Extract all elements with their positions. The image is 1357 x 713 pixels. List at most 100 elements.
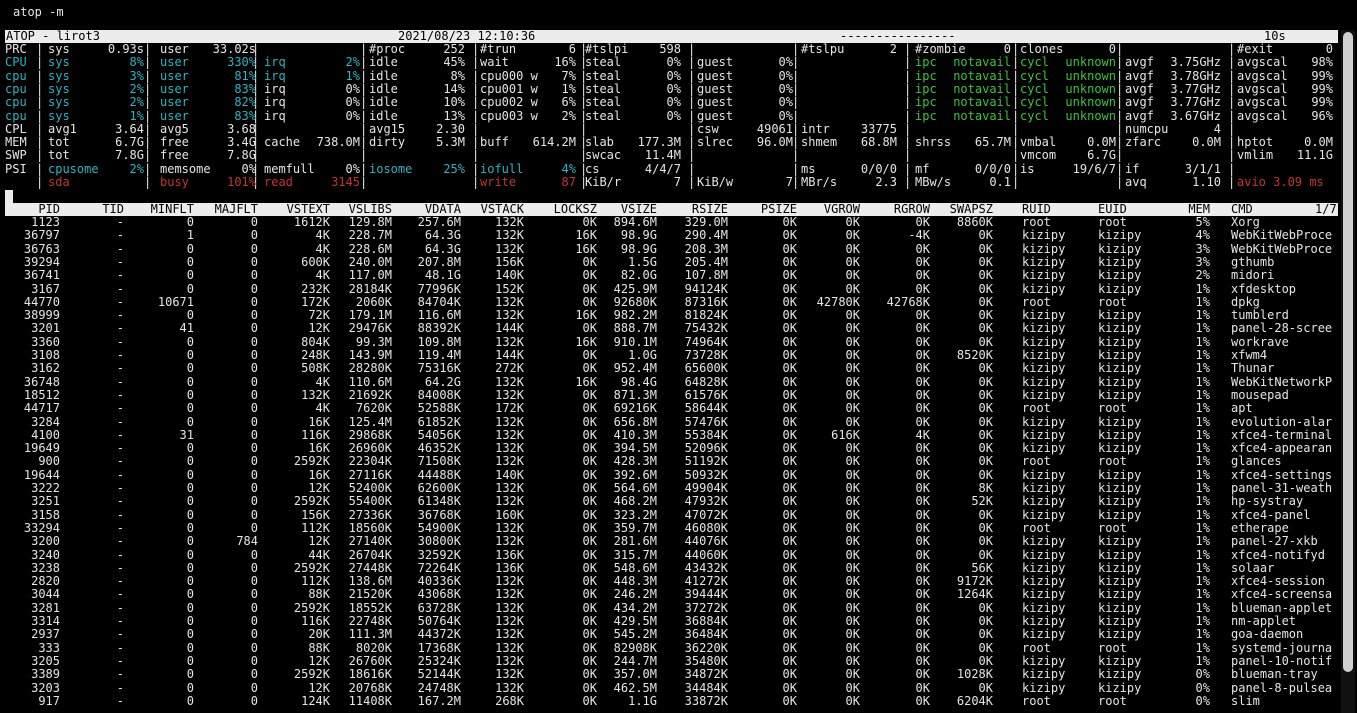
stat-value: notavail — [953, 95, 1011, 110]
table-row[interactable]: 3314-0 0 116K 22748K 50764K 132K 0K 429.5M 36884… — [0, 614, 1357, 628]
column-separator: | — [36, 175, 44, 189]
table-row[interactable]: 3203-0 0 12K 20768K 24748K 132K 0K 462.5M 34484K… — [0, 680, 1357, 695]
column-separator: | — [36, 108, 44, 123]
table-row[interactable]: 4100-31 0 116K 29868K 54056K 132K 0K 410.3M 5538… — [0, 427, 1357, 442]
stat-value: 2% — [129, 95, 144, 110]
table-row[interactable]: 19649-0 0 16K 26960K 46352K 132K 0K 394.5M 52096… — [0, 441, 1357, 455]
cell-swapsz: 0K — [978, 534, 993, 549]
stat-value: 10% — [443, 95, 465, 110]
stat-row: CPL | | | | | | | | | | | | avg1 3.64 avg5 3.68 avg15 2.30… — [0, 121, 1357, 136]
column-separator: | — [472, 42, 480, 56]
table-row[interactable]: 3281-0 0 2592K 18552K 63728K 132K 0K 434.2M 3727… — [0, 601, 1357, 615]
table-row[interactable]: 44717-0 0 4K 7620K 52588K 172K 0K 69216K 58644K 0… — [0, 401, 1357, 416]
table-row[interactable]: 917-0 0 124K 11408K 167.2M 268K 0K 1.1G 33872K 0K… — [0, 693, 1357, 708]
table-row[interactable]: 3251-0 0 2592K 55400K 61348K 132K 0K 468.2M 4793… — [0, 494, 1357, 509]
column-separator: | — [688, 148, 696, 163]
table-row[interactable]: 2937-0 0 20K 111.3M 44372K 132K 0K 545.2M 36484K… — [0, 627, 1357, 642]
stat-value: 96% — [1311, 108, 1333, 123]
stat-value: 98% — [1311, 55, 1333, 70]
stat-value: 252 — [443, 42, 465, 56]
table-row[interactable]: 3205-0 0 12K 26760K 25324K 132K 0K 244.7M 35480K… — [0, 654, 1357, 668]
stat-value: 49061 — [756, 121, 793, 136]
table-row[interactable]: 3222-0 0 12K 52400K 62600K 132K 0K 564.6M 49904K… — [0, 481, 1357, 495]
table-row[interactable]: 36748-0 0 4K 110.6M 64.2G 132K 16K 98.4G 64828K 0… — [0, 375, 1357, 389]
table-row[interactable]: 36797-1 0 4K 228.7M 64.3G 132K 16K 98.9G 290.4M 0… — [0, 228, 1357, 242]
table-row[interactable]: 3284-0 0 16K 125.4M 61852K 132K 0K 656.8M 57476K… — [0, 414, 1357, 429]
column-separator: | — [688, 95, 696, 110]
column-separator: | — [36, 135, 44, 150]
cell-swapsz: 0K — [978, 454, 993, 469]
table-row[interactable]: 44770-10671 0 172K 2060K 84704K 132K 0K 92680K 8… — [0, 294, 1357, 309]
stat-value: 6% — [561, 95, 576, 110]
process-table-header: PID TID MINFLT MAJFLT VSTEXT VSLIBS VDATA VSTAC… — [5, 203, 1338, 216]
stat-value: 3.77GHz — [1170, 95, 1221, 110]
cell-mem: 5% — [1195, 215, 1210, 229]
cell-mem: 0% — [1195, 693, 1210, 708]
column-separator: | — [1116, 175, 1124, 189]
table-row[interactable]: 18512-0 0 132K 21692K 84008K 132K 0K 871.3M 6157… — [0, 388, 1357, 402]
cell-swapsz: 0K — [978, 401, 993, 416]
column-separator: | — [472, 68, 480, 83]
table-row[interactable]: 3167-0 0 232K 28184K 77996K 152K 0K 425.9M 94124… — [0, 282, 1357, 296]
stat-value: 1% — [561, 81, 576, 96]
table-row[interactable]: 33294-0 0 112K 18560K 54900K 132K 0K 359.7M 4608… — [0, 521, 1357, 535]
table-row[interactable]: 2820-0 0 112K 138.6M 40336K 132K 0K 448.3M 41272… — [0, 574, 1357, 588]
cell-cmd: hp-systray — [1231, 494, 1304, 509]
cell-ruid: kizipy — [1022, 427, 1066, 442]
table-row[interactable]: 36741-0 0 4K 117.0M 48.1G 140K 0K 82.0G 107.8M 0K… — [0, 268, 1357, 283]
column-separator: | — [580, 121, 588, 136]
table-row[interactable]: 38999-0 0 72K 179.1M 116.6M 132K 16K 982.2M 8182… — [0, 308, 1357, 323]
cell-mem: 1% — [1195, 467, 1210, 482]
column-separator: | — [904, 81, 912, 96]
table-row[interactable]: 3238-0 0 2592K 27448K 72264K 136K 0K 548.6M 4343… — [0, 560, 1357, 575]
stat-value: 96.0M — [756, 135, 793, 150]
cell-ruid: kizipy — [1022, 680, 1066, 695]
cell-ruid: kizipy — [1022, 308, 1066, 323]
cell-ruid: kizipy — [1022, 467, 1066, 482]
column-separator: | — [1012, 81, 1020, 96]
table-row[interactable]: 3108-0 0 248K 143.9M 119.4M 144K 0K 1.0G 73728K 0… — [0, 348, 1357, 362]
table-row[interactable]: 3201-41 0 12K 29476K 88392K 144K 0K 888.7M 75432… — [0, 322, 1357, 336]
stat-value: 1% — [129, 108, 144, 123]
stat-value: 13% — [443, 108, 465, 123]
table-row[interactable]: 1123-0 0 1612K 129.8M 257.6M 132K 0K 894.6M 329.… — [0, 215, 1357, 229]
table-row[interactable]: 900-0 0 2592K 22304K 71508K 132K 0K 428.3M 51192… — [0, 454, 1357, 469]
column-separator: | — [904, 108, 912, 123]
cell-mem: 1% — [1195, 294, 1210, 309]
stat-value: 2% — [129, 161, 144, 176]
table-row[interactable]: 3240-0 0 44K 26704K 32592K 136K 0K 315.7M 44060K… — [0, 548, 1357, 562]
stat-value: 0% — [666, 55, 681, 70]
stat-value: 0 — [1003, 42, 1011, 56]
cell-swapsz: 0K — [978, 627, 993, 642]
stat-value: 0% — [345, 81, 360, 96]
table-row[interactable]: 19644-0 0 16K 27116K 44488K 140K 0K 392.6M 50932… — [0, 467, 1357, 482]
cell-ruid: kizipy — [1022, 414, 1066, 429]
table-row[interactable]: 3158-0 0 156K 27336K 36768K 160K 0K 323.2M 47072… — [0, 508, 1357, 522]
table-row[interactable]: 3200-0 784 12K 27140K 30800K 132K 0K 281.6M 4407… — [0, 534, 1357, 549]
cell-swapsz: 56K — [971, 560, 993, 575]
cell-swapsz: 0K — [978, 268, 993, 283]
cell-ruid: kizipy — [1022, 481, 1066, 495]
table-row[interactable]: 3360-0 0 804K 99.3M 109.8M 132K 16K 910.1M 74964… — [0, 335, 1357, 349]
page-indicator: 1/7 — [1315, 202, 1337, 216]
column-separator: | — [1228, 95, 1236, 110]
table-row[interactable]: 3389-0 0 2592K 18616K 52144K 132K 0K 357.0M 3487… — [0, 667, 1357, 682]
table-row[interactable]: 39294-0 0 600K 240.0M 207.8M 156K 0K 1.5G 205.4M… — [0, 255, 1357, 269]
column-separator: | — [360, 108, 368, 123]
column-separator: | — [688, 68, 696, 83]
stat-value: 3.67GHz — [1170, 108, 1221, 123]
stat-value: 3145 — [331, 175, 360, 189]
stat-value: 2.3 — [875, 175, 897, 189]
scrollbar-thumb[interactable] — [1343, 32, 1353, 672]
table-row[interactable]: 3044-0 0 88K 21520K 43068K 132K 0K 246.2M 39444K… — [0, 588, 1357, 602]
cell-mem: 1% — [1195, 640, 1210, 655]
stat-value: 7 — [673, 175, 681, 189]
column-separator: | — [904, 161, 912, 176]
table-row[interactable]: 3162-0 0 508K 28280K 75316K 272K 0K 952.4M 65600… — [0, 361, 1357, 375]
table-row[interactable]: 333-0 0 88K 8020K 17368K 132K 0K 82908K 36220K 0K… — [0, 640, 1357, 655]
column-separator: | — [472, 95, 480, 110]
table-row[interactable]: 36763-0 0 4K 228.6M 64.3G 132K 16K 98.9G 208.3M 0… — [0, 242, 1357, 256]
stat-value: 2% — [129, 81, 144, 96]
cell-ruid: kizipy — [1022, 667, 1066, 682]
stat-value: unknown — [1065, 81, 1116, 96]
